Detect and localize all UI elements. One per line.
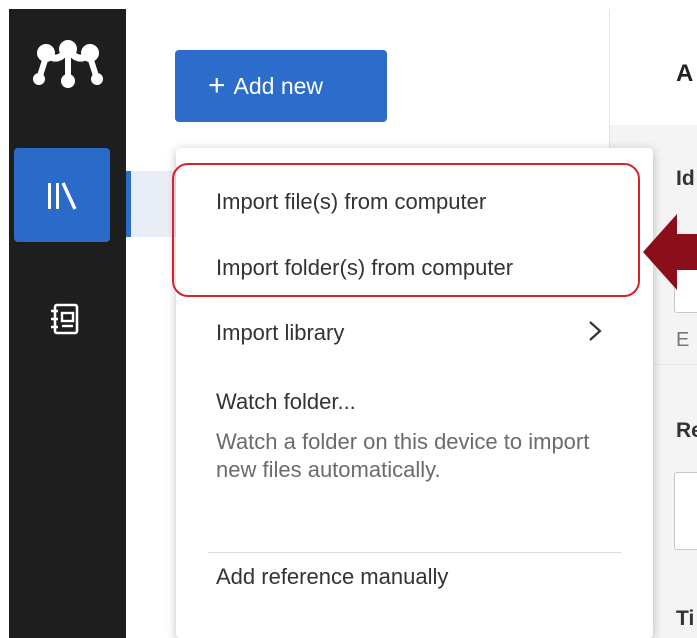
app-sidebar	[9, 9, 126, 638]
add-new-button[interactable]: + Add new	[175, 50, 387, 122]
add-new-label: Add new	[233, 72, 324, 99]
library-icon	[48, 182, 77, 210]
plus-icon: +	[208, 69, 226, 102]
chevron-right-icon	[588, 318, 602, 349]
title-label: Ti	[676, 607, 695, 630]
highlight-box	[172, 163, 640, 297]
reference-type-select[interactable]	[674, 472, 697, 550]
identifier-label: Id	[676, 167, 695, 190]
details-heading: A	[676, 60, 694, 87]
menu-item-add-manual[interactable]: Add reference manually	[216, 564, 448, 590]
mendeley-logo-icon[interactable]	[33, 39, 103, 91]
pointer-arrow-icon	[643, 214, 697, 295]
reference-type-label: Re	[676, 419, 697, 442]
sidebar-item-library[interactable]	[14, 148, 110, 242]
watch-folder-description: Watch a folder on this device to import …	[216, 429, 590, 482]
identifier-helper-text: E	[676, 329, 690, 351]
sidebar-item-notebook[interactable]	[47, 299, 87, 339]
menu-item-watch-folder[interactable]: Watch folder...	[216, 389, 356, 415]
notebook-icon	[51, 303, 79, 335]
left-border	[0, 0, 9, 638]
menu-item-import-library[interactable]: Import library	[216, 320, 344, 346]
menu-divider	[208, 552, 621, 553]
top-border	[0, 0, 697, 9]
